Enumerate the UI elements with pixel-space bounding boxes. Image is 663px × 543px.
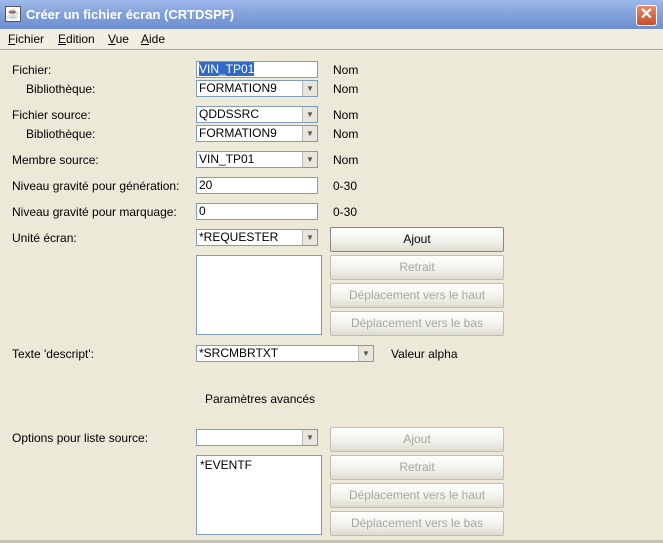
menu-vue[interactable]: Vue: [108, 32, 129, 46]
fichier-input[interactable]: VIN_TP01: [196, 61, 318, 78]
java-coffee-cup-icon[interactable]: ☕: [5, 6, 21, 22]
advanced-parameters-heading: Paramètres avancés: [205, 392, 316, 406]
menu-edition[interactable]: Edition: [58, 32, 95, 46]
options-liste-source-label: Options pour liste source:: [12, 431, 149, 445]
gravite-generation-label: Niveau gravité pour génération:: [12, 179, 180, 193]
window-title: Créer un fichier écran (CRTDSPF): [26, 7, 235, 22]
unite-ecran-list[interactable]: [196, 255, 322, 335]
options-liste-remove-button[interactable]: Retrait: [330, 455, 504, 480]
texte-descript-hint: Valeur alpha: [391, 347, 458, 361]
title-bar[interactable]: ☕ Créer un fichier écran (CRTDSPF) ✕: [0, 0, 663, 29]
options-liste-list[interactable]: *EVENTF: [196, 455, 322, 535]
unite-ecran-label: Unité écran:: [12, 231, 77, 245]
membre-source-combo[interactable]: VIN_TP01 ▼: [196, 151, 318, 168]
chevron-down-icon[interactable]: ▼: [302, 230, 317, 245]
gravite-generation-input[interactable]: 20: [196, 177, 318, 194]
chevron-down-icon[interactable]: ▼: [302, 107, 317, 122]
fichier-hint: Nom: [333, 63, 359, 77]
list-item[interactable]: *EVENTF: [197, 456, 321, 472]
close-button[interactable]: ✕: [636, 5, 657, 26]
unite-ecran-move-up-button[interactable]: Déplacement vers le haut: [330, 283, 504, 308]
unite-ecran-add-button[interactable]: Ajout: [330, 227, 504, 252]
chevron-down-icon[interactable]: ▼: [358, 346, 373, 361]
options-liste-move-down-button[interactable]: Déplacement vers le bas: [330, 511, 504, 536]
gravite-marquage-hint: 0-30: [333, 205, 358, 219]
menu-bar: Fichier Edition Vue Aide: [0, 29, 663, 50]
gravite-marquage-input[interactable]: 0: [196, 203, 318, 220]
unite-ecran-move-down-button[interactable]: Déplacement vers le bas: [330, 311, 504, 336]
gravite-marquage-label: Niveau gravité pour marquage:: [12, 205, 177, 219]
fichier-label: Fichier:: [12, 63, 52, 77]
membre-source-hint: Nom: [333, 153, 359, 167]
fichier-source-label: Fichier source:: [12, 108, 91, 122]
chevron-down-icon[interactable]: ▼: [302, 152, 317, 167]
gravite-generation-hint: 0-30: [333, 179, 358, 193]
unite-ecran-combo[interactable]: *REQUESTER ▼: [196, 229, 318, 246]
source-bibliotheque-label: Bibliothèque:: [26, 127, 96, 141]
membre-source-label: Membre source:: [12, 153, 99, 167]
texte-descript-combo[interactable]: *SRCMBRTXT ▼: [196, 345, 374, 362]
source-bibliotheque-combo[interactable]: FORMATION9 ▼: [196, 125, 318, 142]
menu-aide[interactable]: Aide: [141, 32, 165, 46]
texte-descript-label: Texte 'descript':: [12, 347, 94, 361]
chevron-down-icon[interactable]: ▼: [302, 81, 317, 96]
unite-ecran-remove-button[interactable]: Retrait: [330, 255, 504, 280]
options-liste-source-combo[interactable]: ▼: [196, 429, 318, 446]
fichier-source-combo[interactable]: QDDSSRC ▼: [196, 106, 318, 123]
menu-fichier[interactable]: Fichier: [8, 32, 44, 46]
chevron-down-icon[interactable]: ▼: [302, 430, 317, 445]
fichier-bibliotheque-label: Bibliothèque:: [26, 82, 96, 96]
fichier-source-hint: Nom: [333, 108, 359, 122]
fichier-bibliotheque-combo[interactable]: FORMATION9 ▼: [196, 80, 318, 97]
source-bibliotheque-hint: Nom: [333, 127, 359, 141]
options-liste-move-up-button[interactable]: Déplacement vers le haut: [330, 483, 504, 508]
chevron-down-icon[interactable]: ▼: [302, 126, 317, 141]
close-x-icon: ✕: [639, 6, 654, 23]
options-liste-add-button[interactable]: Ajout: [330, 427, 504, 452]
fichier-bibliotheque-hint: Nom: [333, 82, 359, 96]
